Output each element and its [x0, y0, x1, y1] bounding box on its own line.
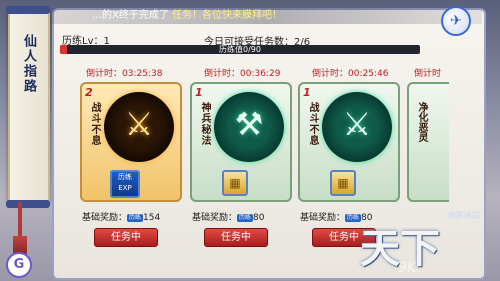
warrior-icon: ⚔ [124, 105, 154, 143]
task-card[interactable]: 1 ⚔ 战斗不息 ▦ [298, 82, 400, 202]
task-title: 战斗不息 [307, 102, 318, 146]
exp-tag: 历练 [345, 213, 362, 222]
guide-scroll[interactable]: 仙人指路 [6, 6, 50, 208]
card-timer: 倒计时：00:36:29 [204, 69, 281, 79]
task-card[interactable]: 2 ⚔ 战斗不息 历练 EXP [80, 82, 182, 202]
tassel-decoration [13, 202, 27, 258]
card-timer: 倒计时：00:25:46 [312, 69, 389, 79]
task-card-partial[interactable]: 净化恶灵 [407, 82, 449, 202]
broadcast-prefix: …的X [92, 10, 119, 21]
task-in-progress-button[interactable]: 任务中 [204, 228, 268, 247]
task-in-progress-button[interactable]: 任务中 [94, 228, 158, 247]
xp-text: 历练值0/90 [219, 45, 261, 54]
gold-ingot-icon: ▦ [330, 170, 356, 196]
broadcast-tail: 任务！各位快来膜拜吧！ [172, 10, 283, 21]
star-rank: 2 [85, 86, 93, 99]
warrior-icon: ⚔ [342, 105, 372, 143]
reward-line: 基础奖励： 历练 154 [82, 210, 160, 223]
g-badge-icon[interactable]: G [6, 252, 32, 278]
close-icon[interactable]: ✈ [441, 6, 471, 36]
task-title: 战斗不息 [89, 102, 100, 146]
card-timer: 倒计时：03:25:38 [86, 69, 163, 79]
broadcast-text: 终于完成了 [118, 10, 169, 21]
reward-value: 80 [253, 213, 265, 223]
scroll-cap-bottom [6, 200, 50, 208]
task-card[interactable]: 1 ⚒ 神兵秘法 ▦ [190, 82, 292, 202]
game-logo: 暗影迷踪 天下 9K [360, 210, 500, 280]
exp-scroll-icon: 历练 EXP [110, 170, 140, 198]
star-rank: 1 [195, 86, 203, 99]
broadcast-banner: …的X终于完成了 任务！各位快来膜拜吧！ [52, 8, 482, 24]
reward-value: 154 [143, 213, 161, 223]
card-timer: 倒计时 [414, 69, 442, 79]
reward-label: 基础奖励： [300, 213, 346, 223]
star-rank: 1 [303, 86, 311, 99]
task-title: 净化恶灵 [416, 102, 427, 142]
gold-ingot-icon: ▦ [222, 170, 248, 196]
xp-progress-bar: 历练值0/90 [60, 45, 420, 54]
watermark: 9K [398, 260, 417, 276]
guide-title: 仙人指路 [21, 34, 36, 94]
task-title: 神兵秘法 [199, 102, 210, 146]
exp-tag: 历练 [127, 213, 144, 222]
reward-label: 基础奖励： [192, 213, 238, 223]
scroll-cap-top [6, 6, 50, 14]
blacksmith-icon: ⚒ [234, 105, 264, 143]
exp-tag: 历练 [237, 213, 254, 222]
logo-subtitle: 暗影迷踪 [448, 211, 480, 220]
reward-label: 基础奖励： [82, 213, 128, 223]
reward-line: 基础奖励： 历练 80 [192, 210, 264, 223]
